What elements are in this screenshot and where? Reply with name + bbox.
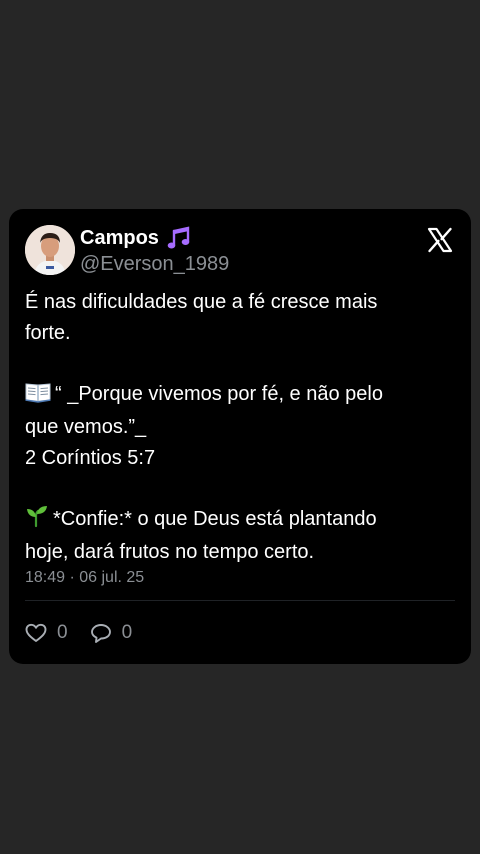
like-button[interactable]: 0 [25,622,68,644]
comment-icon [90,623,112,643]
tweet-text: É nas dificuldades que a fé cresce mais … [25,287,455,568]
likes-count: 0 [57,622,68,643]
tweet-actions: 0 0 [25,622,154,644]
avatar[interactable] [25,225,75,275]
reply-button[interactable]: 0 [90,622,133,644]
tweet-line: *Confie:* o que Deus está plantando [53,507,377,530]
tweet-line: que vemos.”_ [25,416,147,438]
user-handle[interactable]: @Everson_1989 [80,252,229,276]
tweet-line-with-emoji: “ _Porque vivemos por fé, e não pelo [25,379,455,413]
heart-icon [25,623,47,643]
tweet-line: forte. [25,321,71,344]
display-name[interactable]: Campos [80,226,159,250]
seedling-emoji [25,504,49,538]
open-book-emoji [25,381,51,413]
musical-notes-icon [165,226,191,250]
tweet-card: Campos @Everson_1989 É nas dificuldades … [9,209,471,664]
x-logo-icon[interactable] [427,227,453,253]
tweet-line: É nas dificuldades que a fé cresce mais [25,291,378,313]
tweet-line-with-emoji: *Confie:* o que Deus está plantando [25,504,455,538]
tweet-timestamp[interactable]: 18:49 · 06 jul. 25 [25,568,144,588]
author-name-row: Campos [80,226,191,250]
tweet-line: “ _Porque vivemos por fé, e não pelo [55,382,383,405]
divider [25,600,455,601]
tweet-line: 2 Coríntios 5:7 [25,446,156,469]
replies-count: 0 [121,622,133,643]
tweet-line: hoje, dará frutos no tempo certo. [25,541,315,563]
